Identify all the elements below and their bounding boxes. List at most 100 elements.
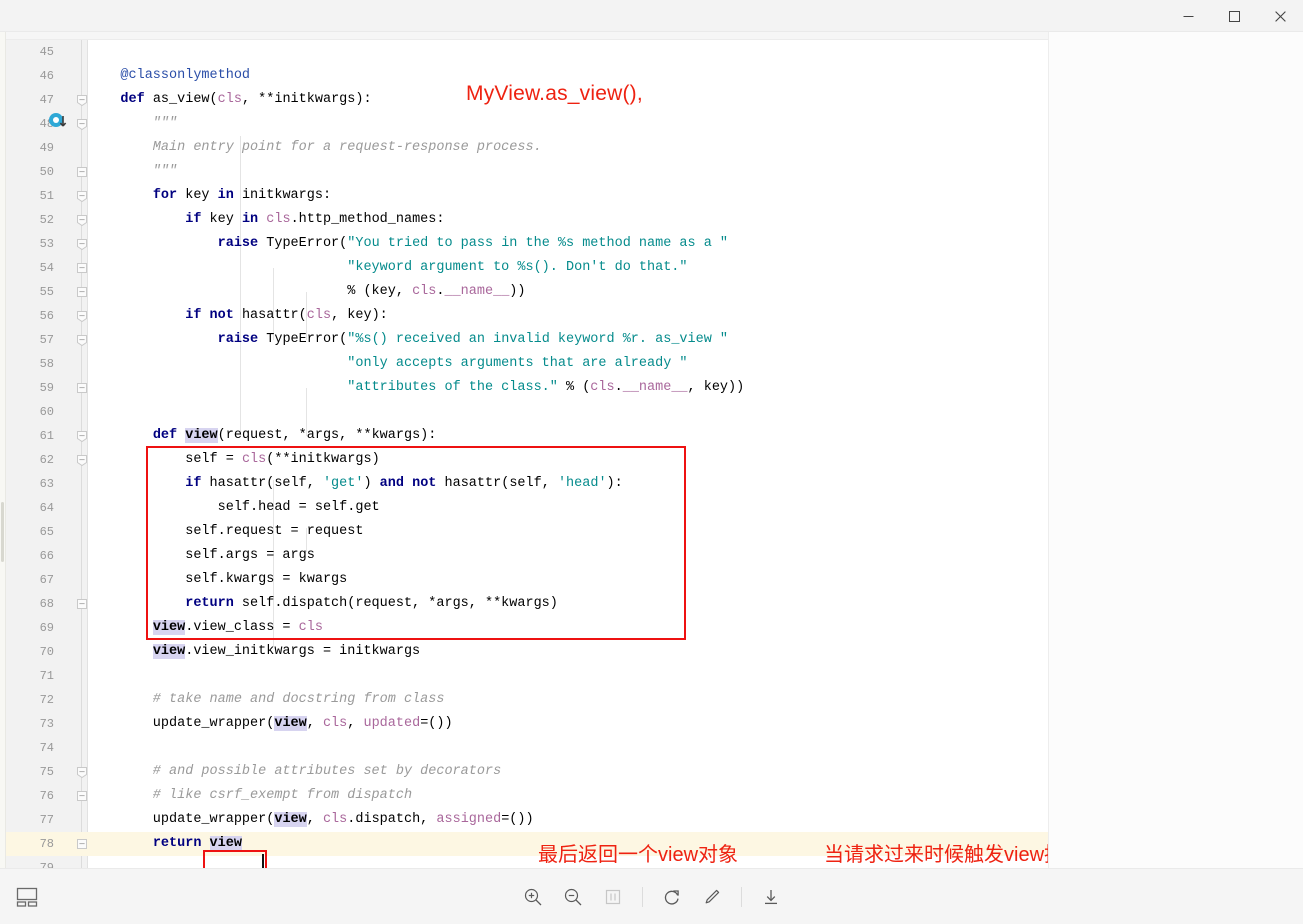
code-fold-marker[interactable] — [76, 376, 88, 400]
zoom-out-button[interactable] — [556, 880, 590, 914]
code-line[interactable]: # like csrf_exempt from dispatch — [88, 784, 1048, 808]
line-number[interactable]: 73 — [6, 712, 54, 736]
download-button[interactable] — [754, 880, 788, 914]
code-line[interactable]: view.view_initkwargs = initkwargs — [88, 640, 1048, 664]
code-line[interactable]: "keyword argument to %s(). Don't do that… — [88, 256, 1048, 280]
code-line[interactable]: def view(request, *args, **kwargs): — [88, 424, 1048, 448]
line-number[interactable]: 70 — [6, 640, 54, 664]
zoom-in-button[interactable] — [516, 880, 550, 914]
code-fold-marker[interactable] — [76, 232, 88, 256]
code-fold-marker[interactable] — [76, 304, 88, 328]
line-number[interactable]: 66 — [6, 544, 54, 568]
line-number[interactable]: 47 — [6, 88, 54, 112]
code-fold-marker[interactable] — [76, 112, 88, 136]
code-line[interactable]: self = cls(**initkwargs) — [88, 448, 1048, 472]
code-line[interactable] — [88, 40, 1048, 64]
line-number[interactable]: 57 — [6, 328, 54, 352]
line-number[interactable]: 65 — [6, 520, 54, 544]
line-number[interactable]: 78 — [6, 832, 54, 856]
code-fold-marker[interactable] — [76, 184, 88, 208]
code-line[interactable]: """ — [88, 112, 1048, 136]
code-line[interactable]: """ — [88, 160, 1048, 184]
edit-button[interactable] — [695, 880, 729, 914]
line-number[interactable]: 59 — [6, 376, 54, 400]
code-fold-marker[interactable] — [76, 256, 88, 280]
code-fold-marker[interactable] — [76, 424, 88, 448]
displayed-image[interactable]: 45 46 47 48 49 50 51 52 53 54 55 56 57 58 59 60 61 62 63 64… — [0, 32, 1048, 868]
line-number[interactable]: 67 — [6, 568, 54, 592]
line-number[interactable]: 74 — [6, 736, 54, 760]
actual-size-button[interactable] — [596, 880, 630, 914]
line-number[interactable]: 79 — [6, 856, 54, 868]
code-line[interactable]: % (key, cls.__name__)) — [88, 280, 1048, 304]
code-line[interactable]: view.view_class = cls — [88, 616, 1048, 640]
code-fold-marker[interactable] — [76, 160, 88, 184]
code-line[interactable] — [88, 664, 1048, 688]
line-number[interactable]: 54 — [6, 256, 54, 280]
line-number[interactable]: 58 — [6, 352, 54, 376]
line-number[interactable]: 50 — [6, 160, 54, 184]
line-number[interactable]: 68 — [6, 592, 54, 616]
editor-code-area[interactable]: @classonlymethod def as_view(cls, **init… — [88, 40, 1048, 868]
code-fold-marker[interactable] — [76, 208, 88, 232]
maximize-button[interactable] — [1211, 0, 1257, 32]
code-line[interactable]: self.args = args — [88, 544, 1048, 568]
override-method-icon[interactable] — [48, 112, 70, 134]
code-fold-marker[interactable] — [76, 784, 88, 808]
line-number[interactable]: 53 — [6, 232, 54, 256]
code-line[interactable]: "only accepts arguments that are already… — [88, 352, 1048, 376]
code-line[interactable]: if hasattr(self, 'get') and not hasattr(… — [88, 472, 1048, 496]
line-number[interactable]: 75 — [6, 760, 54, 784]
code-fold-marker[interactable] — [76, 88, 88, 112]
line-number[interactable]: 49 — [6, 136, 54, 160]
code-line[interactable]: "attributes of the class." % (cls.__name… — [88, 376, 1048, 400]
line-number[interactable]: 46 — [6, 64, 54, 88]
line-number[interactable]: 55 — [6, 280, 54, 304]
code-fold-marker[interactable] — [76, 448, 88, 472]
code-line[interactable]: if not hasattr(cls, key): — [88, 304, 1048, 328]
scrollbar-thumb[interactable] — [1, 502, 4, 562]
code-line[interactable]: raise TypeError("%s() received an invali… — [88, 328, 1048, 352]
code-line[interactable]: for key in initkwargs: — [88, 184, 1048, 208]
line-number[interactable]: 48 — [6, 112, 54, 136]
thumbnail-panel-button[interactable] — [12, 882, 42, 912]
code-line[interactable]: if key in cls.http_method_names: — [88, 208, 1048, 232]
code-line[interactable]: update_wrapper(view, cls, updated=()) — [88, 712, 1048, 736]
close-button[interactable] — [1257, 0, 1303, 32]
line-number[interactable]: 76 — [6, 784, 54, 808]
line-number[interactable]: 61 — [6, 424, 54, 448]
minimize-button[interactable] — [1165, 0, 1211, 32]
line-number[interactable]: 69 — [6, 616, 54, 640]
code-line[interactable] — [88, 400, 1048, 424]
line-number[interactable]: 45 — [6, 40, 54, 64]
code-fold-marker[interactable] — [76, 328, 88, 352]
code-line[interactable]: self.head = self.get — [88, 496, 1048, 520]
image-viewer-stage[interactable]: 45 46 47 48 49 50 51 52 53 54 55 56 57 58 59 60 61 62 63 64… — [0, 32, 1303, 868]
stage-background-right — [1048, 32, 1303, 868]
code-line[interactable]: Main entry point for a request-response … — [88, 136, 1048, 160]
code-line[interactable]: # take name and docstring from class — [88, 688, 1048, 712]
line-number[interactable]: 64 — [6, 496, 54, 520]
code-fold-marker[interactable] — [76, 592, 88, 616]
line-number[interactable]: 51 — [6, 184, 54, 208]
code-line[interactable]: # and possible attributes set by decorat… — [88, 760, 1048, 784]
line-number[interactable]: 77 — [6, 808, 54, 832]
code-line[interactable]: self.kwargs = kwargs — [88, 568, 1048, 592]
line-number[interactable]: 56 — [6, 304, 54, 328]
code-fold-marker[interactable] — [76, 280, 88, 304]
line-number[interactable]: 60 — [6, 400, 54, 424]
code-line[interactable] — [88, 736, 1048, 760]
code-line[interactable]: raise TypeError("You tried to pass in th… — [88, 232, 1048, 256]
line-number[interactable]: 52 — [6, 208, 54, 232]
line-number[interactable]: 63 — [6, 472, 54, 496]
code-line[interactable]: self.request = request — [88, 520, 1048, 544]
line-number[interactable]: 72 — [6, 688, 54, 712]
code-line[interactable]: return self.dispatch(request, *args, **k… — [88, 592, 1048, 616]
code-fold-marker[interactable] — [76, 832, 88, 856]
editor-gutter[interactable]: 45 46 47 48 49 50 51 52 53 54 55 56 57 58 59 60 61 62 63 64… — [6, 40, 88, 868]
line-number[interactable]: 71 — [6, 664, 54, 688]
code-fold-marker[interactable] — [76, 760, 88, 784]
rotate-button[interactable] — [655, 880, 689, 914]
line-number[interactable]: 62 — [6, 448, 54, 472]
code-line[interactable]: update_wrapper(view, cls.dispatch, assig… — [88, 808, 1048, 832]
